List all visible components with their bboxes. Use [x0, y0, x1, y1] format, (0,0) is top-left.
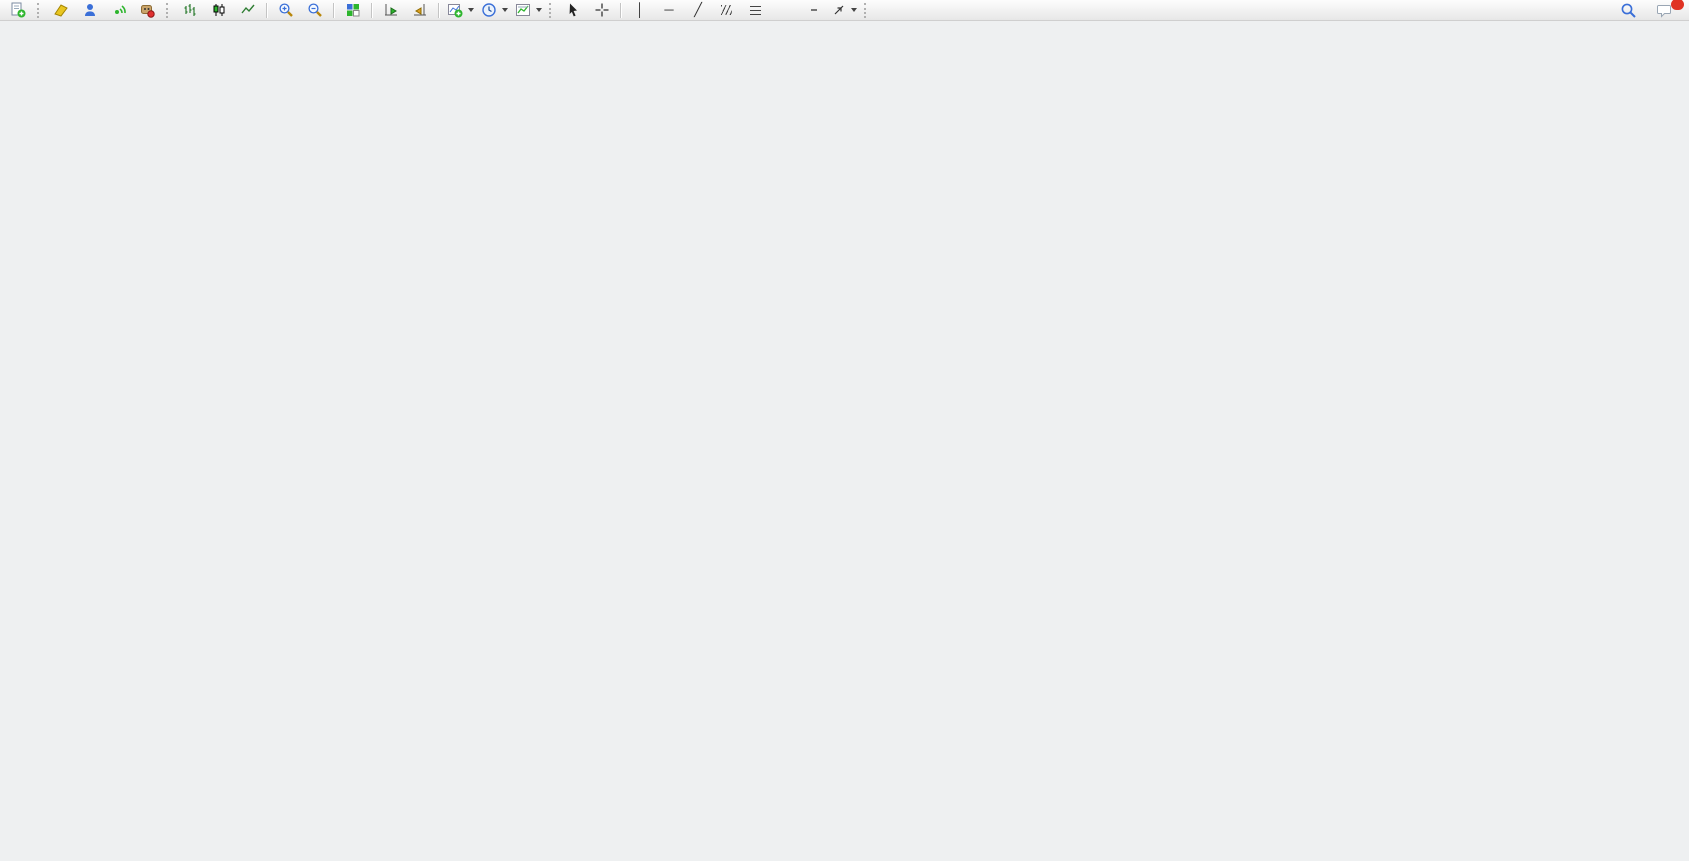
search-button[interactable]	[1614, 1, 1642, 20]
templates-button[interactable]	[512, 1, 545, 20]
text-label-tool-button[interactable]	[800, 1, 828, 20]
auto-scroll-icon	[383, 2, 399, 18]
text-tool-button[interactable]	[771, 1, 799, 20]
chevron-down-icon	[851, 8, 857, 12]
toolbar-grip	[549, 3, 553, 18]
candlestick-chart-button[interactable]	[205, 1, 233, 20]
toolbar-separator	[438, 3, 440, 18]
zoom-out-button[interactable]	[301, 1, 329, 20]
bar-chart-button[interactable]	[176, 1, 204, 20]
toolbar-grip	[864, 3, 868, 18]
cursor-tool-button[interactable]	[559, 1, 587, 20]
fibonacci-tool-button[interactable]	[742, 1, 770, 20]
equidistant-channel-tool-button[interactable]	[713, 1, 741, 20]
chevron-down-icon	[536, 8, 542, 12]
chart-shift-icon	[412, 2, 428, 18]
main-toolbar: │ ─ ╱	[0, 0, 1689, 21]
metaeditor-button[interactable]	[47, 1, 75, 20]
chart-shift-button[interactable]	[406, 1, 434, 20]
periods-button[interactable]	[478, 1, 511, 20]
zoom-in-button[interactable]	[272, 1, 300, 20]
horizontal-line-tool-button[interactable]: ─	[655, 1, 683, 20]
arrows-tool-button[interactable]	[829, 1, 860, 20]
search-icon	[1620, 2, 1637, 19]
bar-chart-icon	[182, 2, 198, 18]
fibonacci-icon	[750, 6, 761, 15]
toolbar-separator	[333, 3, 335, 18]
autotrade-button[interactable]	[134, 1, 162, 20]
clock-icon	[481, 2, 497, 18]
text-label-icon	[811, 9, 817, 11]
arrows-icon	[832, 3, 846, 17]
chevron-down-icon	[502, 8, 508, 12]
tile-windows-button[interactable]	[339, 1, 367, 20]
chat-bubble-icon	[1656, 2, 1673, 18]
new-order-button[interactable]	[5, 1, 33, 20]
equidistant-channel-icon	[721, 5, 732, 15]
indicators-icon	[447, 2, 463, 18]
notifications-button[interactable]	[1650, 1, 1678, 20]
candlestick-chart-icon	[211, 2, 227, 18]
crosshair-tool-button[interactable]	[588, 1, 616, 20]
trendline-icon: ╱	[694, 3, 702, 17]
line-chart-icon	[240, 2, 256, 18]
community-button[interactable]	[76, 1, 104, 20]
notification-badge	[1671, 0, 1684, 10]
horizontal-line-icon: ─	[664, 3, 673, 17]
tile-windows-icon	[345, 2, 361, 18]
trendline-tool-button[interactable]: ╱	[684, 1, 712, 20]
community-icon	[82, 2, 98, 18]
autotrade-icon	[139, 2, 155, 18]
signals-button[interactable]	[105, 1, 133, 20]
toolbar-separator	[266, 3, 268, 18]
templates-icon	[515, 2, 531, 18]
auto-scroll-button[interactable]	[377, 1, 405, 20]
line-chart-button[interactable]	[234, 1, 262, 20]
toolbar-separator	[371, 3, 373, 18]
toolbar-grip	[37, 3, 41, 18]
cursor-icon	[565, 2, 581, 18]
vertical-line-icon: │	[636, 3, 644, 17]
vertical-line-tool-button[interactable]: │	[626, 1, 654, 20]
chevron-down-icon	[468, 8, 474, 12]
zoom-out-icon	[307, 2, 323, 18]
metaeditor-icon	[53, 2, 69, 18]
toolbar-grip	[166, 3, 170, 18]
signals-icon	[111, 2, 127, 18]
indicators-button[interactable]	[444, 1, 477, 20]
chart-window[interactable]	[0, 0, 1689, 861]
zoom-in-icon	[278, 2, 294, 18]
toolbar-right-group	[1614, 1, 1678, 20]
toolbar-separator	[620, 3, 622, 18]
new-order-icon	[10, 2, 26, 18]
crosshair-icon	[594, 2, 610, 18]
